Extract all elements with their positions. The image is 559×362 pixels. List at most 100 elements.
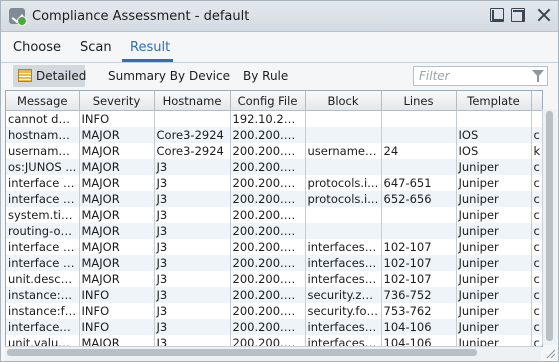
table-row[interactable]: instance:zo... INFO J3 200.200.20... securit… [6, 287, 542, 303]
table-cell: 200.200.20... [230, 239, 306, 255]
table-cell: 200.200.20... [230, 143, 306, 159]
table-cell: MAJOR [79, 159, 155, 175]
table-row[interactable]: cannot det... INFO 192.10.21.... [6, 110, 542, 127]
table-row[interactable]: unit.descri... MAJOR J3 200.200.20... interf… [6, 271, 542, 287]
compliance-assessment-window: Compliance Assessment - default Choose S… [0, 0, 559, 362]
tab-result[interactable]: Result [130, 40, 170, 55]
table-cell: MAJOR [79, 127, 155, 143]
vertical-scroll-thumb[interactable] [546, 111, 553, 341]
subtab-detailed[interactable]: Detailed [36, 69, 86, 83]
table-cell: J3 [154, 303, 231, 319]
table-cell: J3 [154, 175, 231, 191]
table-cell: J3 [154, 319, 231, 335]
table-cell: Juniper [456, 271, 532, 287]
table-cell: cannot det... [6, 110, 80, 127]
restore-icon[interactable] [490, 8, 504, 22]
table-cell: 200.200.20... [230, 127, 306, 143]
table-cell: Juniper [456, 303, 532, 319]
filter-placeholder: Filter [419, 69, 450, 83]
table-cell: MAJOR [79, 191, 155, 207]
subtab-by-rule[interactable]: By Rule [243, 69, 288, 83]
table-cell: INFO [79, 319, 155, 335]
maximize-icon[interactable] [511, 8, 525, 22]
table-row[interactable]: interface d... MAJOR J3 200.200.20... interf… [6, 239, 542, 255]
table-row[interactable]: interface g... MAJOR J3 200.200.20... interf… [6, 255, 542, 271]
column-header[interactable] [531, 91, 542, 111]
table-row[interactable]: username ... MAJOR Core3-2924 200.200.20...… [6, 143, 542, 159]
resize-grip-icon[interactable] [544, 347, 556, 359]
table-cell: 736-752 [381, 287, 457, 303]
table-cell: Juniper [456, 239, 532, 255]
filter-funnel-icon[interactable] [532, 70, 544, 82]
table-row[interactable]: os:JUNOS ... MAJOR J3 200.200.20... Juniper c [6, 159, 542, 175]
table-cell: 104-106 [381, 319, 457, 335]
tab-choose[interactable]: Choose [13, 40, 61, 55]
table-cell: 200.200.20... [230, 159, 306, 175]
table-cell: protocols.i... [305, 175, 382, 191]
table-cell: interfaces.... [305, 255, 382, 271]
horizontal-scroll-thumb[interactable] [7, 349, 477, 356]
table-row[interactable]: interfaces.c... INFO J3 200.200.20... interf… [6, 319, 542, 335]
table-cell [305, 159, 382, 175]
filter-input[interactable]: Filter [413, 66, 548, 86]
table-cell: 647-651 [381, 175, 457, 191]
table-cell: username ... [305, 143, 382, 159]
table-row[interactable]: hostname:... MAJOR Core3-2924 200.200.20...… [6, 127, 542, 143]
table-cell: MAJOR [79, 207, 155, 223]
table-cell: Juniper [456, 223, 532, 239]
table-cell: interfaces.... [305, 239, 382, 255]
table-cell: Juniper [456, 175, 532, 191]
table-cell: interfaces.c... [6, 319, 80, 335]
table-row[interactable]: instance:fo... INFO J3 200.200.20... securit… [6, 303, 542, 319]
table-cell [381, 110, 457, 127]
column-header[interactable]: Hostname [154, 91, 231, 111]
tab-scan[interactable]: Scan [80, 40, 112, 55]
column-header[interactable]: Message [6, 91, 80, 111]
table-cell: interfaces.... [305, 319, 382, 335]
table-cell: security.zo... [305, 287, 382, 303]
table-cell: instance:zo... [6, 287, 80, 303]
close-icon[interactable] [536, 7, 552, 23]
table-cell: J3 [154, 239, 231, 255]
subtab-summary-by-device[interactable]: Summary By Device [108, 69, 230, 83]
table-cell: 200.200.20... [230, 223, 306, 239]
table-cell: 200.200.20... [230, 255, 306, 271]
table-cell [381, 127, 457, 143]
table-row[interactable]: interface in... MAJOR J3 200.200.20... proto… [6, 175, 542, 191]
table-cell [381, 223, 457, 239]
column-header[interactable]: Severity [79, 91, 155, 111]
table-cell: J3 [154, 159, 231, 175]
table-cell: MAJOR [79, 223, 155, 239]
table-cell [305, 223, 382, 239]
window-title: Compliance Assessment - default [32, 9, 250, 24]
table-cell: IOS [456, 143, 532, 159]
table-cell [154, 110, 231, 127]
table-cell: system.tim... [6, 207, 80, 223]
table-cell: Juniper [456, 287, 532, 303]
table-row[interactable]: interface in... MAJOR J3 200.200.20... proto… [6, 191, 542, 207]
table-row[interactable]: system.tim... MAJOR J3 200.200.20... Juniper… [6, 207, 542, 223]
table-cell: 200.200.20... [230, 175, 306, 191]
table-cell: MAJOR [79, 255, 155, 271]
table-cell: username ... [6, 143, 80, 159]
table-cell: J3 [154, 271, 231, 287]
table-cell: J3 [154, 191, 231, 207]
table-cell [381, 159, 457, 175]
column-header[interactable]: Config File [230, 91, 306, 111]
table-row[interactable]: routing-opti... MAJOR J3 200.200.20... Junip… [6, 223, 542, 239]
compliance-app-icon [9, 8, 27, 26]
table-cell: routing-opti... [6, 223, 80, 239]
table-cell: J3 [154, 255, 231, 271]
table-cell [305, 207, 382, 223]
table-cell: MAJOR [79, 271, 155, 287]
column-header[interactable]: Lines [381, 91, 457, 111]
column-header[interactable]: Template [456, 91, 532, 111]
column-header[interactable]: Block [305, 91, 382, 111]
table-cell: 102-107 [381, 239, 457, 255]
table-cell: os:JUNOS ... [6, 159, 80, 175]
title-bar[interactable]: Compliance Assessment - default [1, 1, 558, 32]
table-cell: protocols.i... [305, 191, 382, 207]
table-cell: 102-107 [381, 271, 457, 287]
table-cell: 200.200.20... [230, 319, 306, 335]
table-cell: MAJOR [79, 143, 155, 159]
